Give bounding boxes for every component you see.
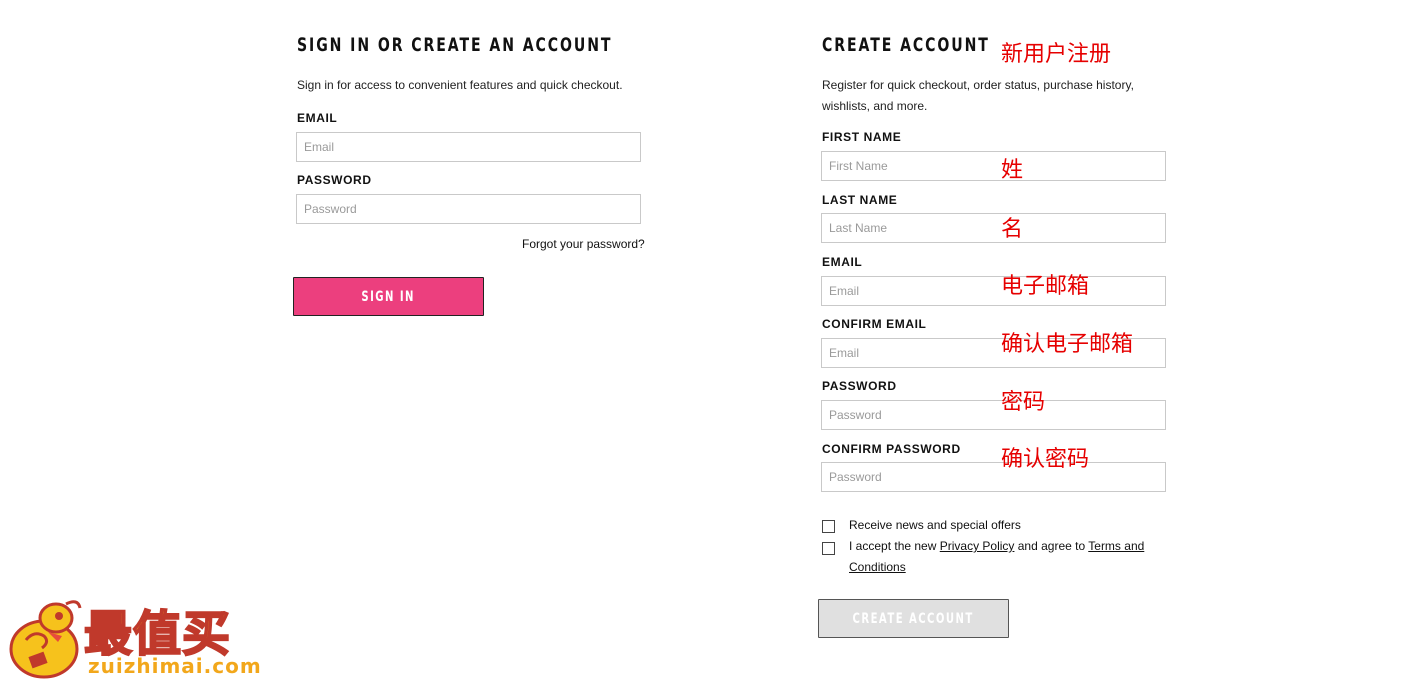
terms-checkbox-label: I accept the new Privacy Policy and agre… xyxy=(849,536,1149,578)
confirm-password-input[interactable] xyxy=(821,462,1166,492)
create-account-title: CREATE ACCOUNT xyxy=(822,34,990,56)
create-description-line2: wishlists, and more. xyxy=(822,99,928,113)
title-annotation: 新用户注册 xyxy=(1001,42,1112,67)
first-name-annotation: 姓 xyxy=(1001,158,1024,183)
signin-title: SIGN IN OR CREATE AN ACCOUNT xyxy=(297,34,613,56)
create-password-input[interactable] xyxy=(821,400,1166,430)
confirm-email-annotation: 确认电子邮箱 xyxy=(1001,332,1134,357)
create-password-label: PASSWORD xyxy=(822,379,897,393)
password-annotation: 密码 xyxy=(1001,390,1046,415)
signin-description: Sign in for access to convenient feature… xyxy=(297,78,623,92)
create-account-button[interactable]: CREATE ACCOUNT xyxy=(818,599,1009,638)
news-checkbox-label: Receive news and special offers xyxy=(849,518,1021,532)
confirm-email-label: CONFIRM EMAIL xyxy=(822,317,927,331)
forgot-password-link[interactable]: Forgot your password? xyxy=(522,237,645,251)
terms-middle: and agree to xyxy=(1014,539,1089,553)
terms-checkbox[interactable] xyxy=(822,542,835,555)
signin-email-input[interactable] xyxy=(296,132,641,162)
news-checkbox[interactable] xyxy=(822,520,835,533)
first-name-input[interactable] xyxy=(821,151,1166,181)
confirm-password-label: CONFIRM PASSWORD xyxy=(822,442,961,456)
confirm-password-annotation: 确认密码 xyxy=(1001,447,1090,472)
terms-link-line1[interactable]: Terms and xyxy=(1088,539,1144,553)
privacy-policy-link[interactable]: Privacy Policy xyxy=(940,539,1015,553)
create-email-label: EMAIL xyxy=(822,255,863,269)
email-annotation: 电子邮箱 xyxy=(1001,274,1090,299)
create-account-button-label: CREATE ACCOUNT xyxy=(852,610,975,627)
terms-link-line2[interactable]: Conditions xyxy=(849,560,906,574)
signin-button[interactable]: SIGN IN xyxy=(293,277,484,316)
signin-button-label: SIGN IN xyxy=(361,288,416,305)
last-name-annotation: 名 xyxy=(1001,217,1024,242)
watermark-mascot-icon xyxy=(4,594,84,680)
last-name-input[interactable] xyxy=(821,213,1166,243)
terms-prefix: I accept the new xyxy=(849,539,940,553)
signin-email-label: EMAIL xyxy=(297,111,338,125)
create-description-line1: Register for quick checkout, order statu… xyxy=(822,78,1134,92)
signin-password-label: PASSWORD xyxy=(297,173,372,187)
last-name-label: LAST NAME xyxy=(822,193,898,207)
first-name-label: FIRST NAME xyxy=(822,130,902,144)
watermark-url: zuizhimai.com xyxy=(88,654,262,678)
create-email-input[interactable] xyxy=(821,276,1166,306)
signin-password-input[interactable] xyxy=(296,194,641,224)
